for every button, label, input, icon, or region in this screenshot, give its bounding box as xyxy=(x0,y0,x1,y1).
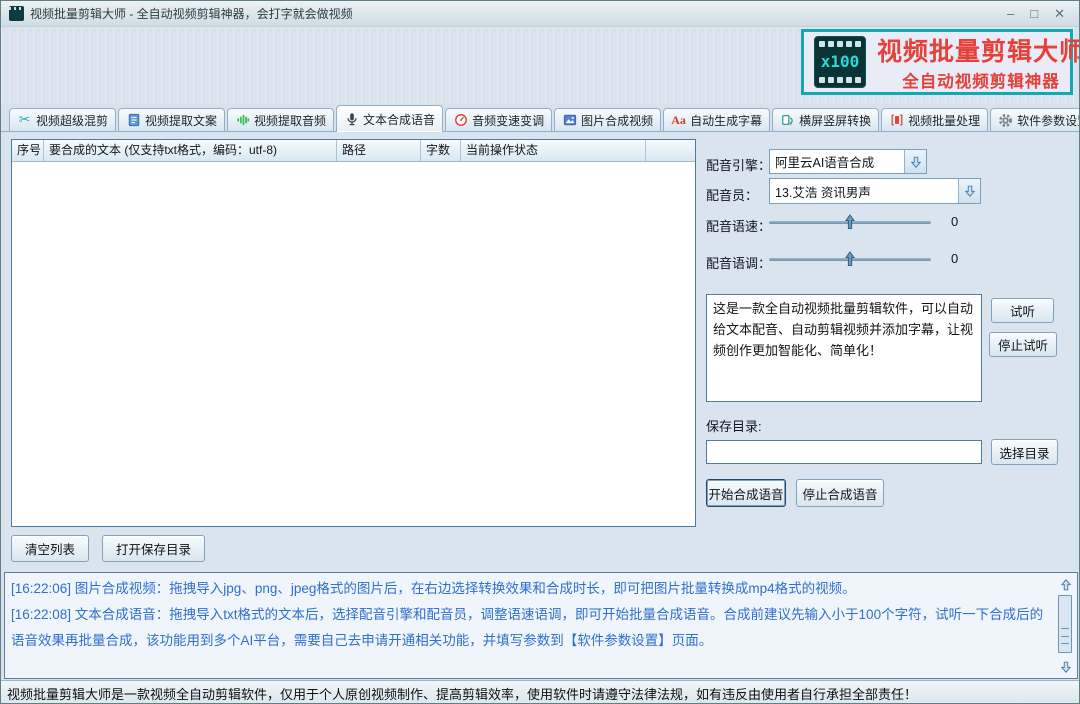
engine-value: 阿里云AI语音合成 xyxy=(770,152,904,171)
table-header-row: 序号 要合成的文本 (仅支持txt格式，编码：utf-8) 路径 字数 当前操作… xyxy=(12,140,695,162)
document-icon xyxy=(126,113,141,128)
scissors-icon: ✂ xyxy=(17,113,32,128)
tab-software-settings[interactable]: 软件参数设置 xyxy=(990,108,1080,131)
log-line: [16:22:06] 图片合成视频：拖拽导入jpg、png、jpeg格式的图片后… xyxy=(11,576,1051,602)
tab-strip: ✂ 视频超级混剪 视频提取文案 视频提取音频 文本合成语音 音频变速变调 xyxy=(9,104,1080,131)
logo-badge: x100 xyxy=(819,54,861,70)
dropdown-arrow-icon[interactable] xyxy=(958,179,980,203)
tab-video-super-mix[interactable]: ✂ 视频超级混剪 xyxy=(9,108,116,131)
close-button[interactable]: ✕ xyxy=(1054,7,1065,20)
table-actions: 清空列表 打开保存目录 xyxy=(11,535,205,562)
tab-image-to-video[interactable]: 图片合成视频 xyxy=(554,108,661,131)
speed-slider[interactable] xyxy=(769,221,931,224)
dropdown-arrow-icon[interactable] xyxy=(904,150,926,173)
tab-video-extract-audio[interactable]: 视频提取音频 xyxy=(227,108,334,131)
tab-label: 自动生成字幕 xyxy=(690,112,762,129)
tab-label: 横屏竖屏转换 xyxy=(799,112,871,129)
col-filler xyxy=(646,140,695,161)
speaker-label: 配音员： xyxy=(706,185,758,204)
start-synthesis-button[interactable]: 开始合成语音 xyxy=(706,479,786,507)
speed-value: 0 xyxy=(951,214,958,229)
speed-slider-thumb[interactable] xyxy=(844,214,856,235)
minimize-button[interactable]: – xyxy=(1007,7,1014,20)
clear-list-button[interactable]: 清空列表 xyxy=(11,535,89,562)
gear-icon xyxy=(998,113,1013,128)
tab-label: 图片合成视频 xyxy=(581,112,653,129)
tab-label: 音频变速变调 xyxy=(472,112,544,129)
tab-video-extract-text[interactable]: 视频提取文案 xyxy=(118,108,225,131)
brand-logo-box: x100 视频批量剪辑大师 全自动视频剪辑神器 xyxy=(801,29,1073,95)
window-controls: – □ ✕ xyxy=(1007,7,1071,20)
scrollbar-thumb[interactable] xyxy=(1058,595,1072,653)
waveform-icon xyxy=(235,113,250,128)
tab-video-batch-process[interactable]: 视频批量处理 xyxy=(881,108,988,131)
rotate-icon xyxy=(780,113,795,128)
scroll-up-icon[interactable] xyxy=(1057,576,1074,593)
tab-auto-subtitles[interactable]: Aa 自动生成字幕 xyxy=(663,108,770,131)
pitch-slider-thumb[interactable] xyxy=(844,251,856,272)
open-save-dir-button[interactable]: 打开保存目录 xyxy=(102,535,205,562)
pitch-value: 0 xyxy=(951,251,958,266)
window-title: 视频批量剪辑大师 - 全自动视频剪辑神器，会打字就会做视频 xyxy=(30,5,353,22)
tab-content-panel: 序号 要合成的文本 (仅支持txt格式，编码：utf-8) 路径 字数 当前操作… xyxy=(1,131,1080,572)
save-dir-input[interactable] xyxy=(706,440,982,464)
scroll-down-icon[interactable] xyxy=(1057,658,1074,675)
subtitle-icon: Aa xyxy=(671,113,686,128)
choose-dir-button[interactable]: 选择目录 xyxy=(991,439,1058,465)
tab-label: 视频超级混剪 xyxy=(36,112,108,129)
listen-button[interactable]: 试听 xyxy=(991,298,1054,323)
batch-icon xyxy=(889,113,904,128)
stop-listen-button[interactable]: 停止试听 xyxy=(989,332,1057,357)
speaker-dropdown[interactable]: 13.艾浩 资讯男声 xyxy=(769,178,981,204)
log-scrollbar[interactable] xyxy=(1057,576,1074,675)
speaker-value: 13.艾浩 资讯男声 xyxy=(770,182,958,201)
image-icon xyxy=(562,113,577,128)
brand-title: 视频批量剪辑大师 xyxy=(877,32,1080,68)
tab-label: 文本合成语音 xyxy=(363,111,435,128)
log-line: [16:22:08] 文本合成语音：拖拽导入txt格式的文本后，选择配音引擎和配… xyxy=(11,602,1051,654)
col-status[interactable]: 当前操作状态 xyxy=(461,140,646,161)
status-text: 视频批量剪辑大师是一款视频全自动剪辑软件，仅用于个人原创视频制作、提高剪辑效率，… xyxy=(7,684,917,703)
pitch-label: 配音语调： xyxy=(706,253,771,272)
text-file-table[interactable]: 序号 要合成的文本 (仅支持txt格式，编码：utf-8) 路径 字数 当前操作… xyxy=(11,139,696,527)
col-index[interactable]: 序号 xyxy=(12,140,44,161)
header-band: x100 视频批量剪辑大师 全自动视频剪辑神器 xyxy=(1,27,1079,104)
tab-landscape-portrait[interactable]: 横屏竖屏转换 xyxy=(772,108,879,131)
preview-text-area[interactable]: 这是一款全自动视频批量剪辑软件，可以自动给文本配音、自动剪辑视频并添加字幕，让视… xyxy=(706,294,982,402)
status-bar: 视频批量剪辑大师是一款视频全自动剪辑软件，仅用于个人原创视频制作、提高剪辑效率，… xyxy=(1,680,1080,704)
speed-label: 配音语速： xyxy=(706,216,771,235)
speed-icon xyxy=(453,113,468,128)
filmstrip-dots-top xyxy=(819,41,861,47)
app-logo-icon xyxy=(9,6,24,21)
col-path[interactable]: 路径 xyxy=(337,140,421,161)
engine-label: 配音引擎： xyxy=(706,155,771,174)
col-wordcount[interactable]: 字数 xyxy=(421,140,461,161)
tab-label: 视频批量处理 xyxy=(908,112,980,129)
title-bar: 视频批量剪辑大师 - 全自动视频剪辑神器，会打字就会做视频 – □ ✕ xyxy=(1,1,1079,27)
brand-subtitle: 全自动视频剪辑神器 xyxy=(902,68,1060,92)
brand-text: 视频批量剪辑大师 全自动视频剪辑神器 xyxy=(877,32,1080,92)
scrollbar-grip xyxy=(1061,628,1069,644)
engine-dropdown[interactable]: 阿里云AI语音合成 xyxy=(769,149,927,174)
save-dir-label: 保存目录: xyxy=(706,416,762,435)
filmstrip-x100-icon: x100 xyxy=(814,36,866,88)
col-text[interactable]: 要合成的文本 (仅支持txt格式，编码：utf-8) xyxy=(44,140,337,161)
pitch-slider[interactable] xyxy=(769,258,931,261)
tab-label: 视频提取音频 xyxy=(254,112,326,129)
stop-synthesis-button[interactable]: 停止合成语音 xyxy=(796,479,884,507)
app-window: 视频批量剪辑大师 - 全自动视频剪辑神器，会打字就会做视频 – □ ✕ x100… xyxy=(0,0,1080,704)
tab-audio-speed-pitch[interactable]: 音频变速变调 xyxy=(445,108,552,131)
log-area[interactable]: [16:22:06] 图片合成视频：拖拽导入jpg、png、jpeg格式的图片后… xyxy=(4,572,1078,679)
filmstrip-dots-bottom xyxy=(819,77,861,83)
microphone-icon xyxy=(344,112,359,127)
maximize-button[interactable]: □ xyxy=(1030,7,1038,20)
tab-label: 软件参数设置 xyxy=(1017,112,1080,129)
tab-text-to-speech[interactable]: 文本合成语音 xyxy=(336,105,443,132)
tab-label: 视频提取文案 xyxy=(145,112,217,129)
